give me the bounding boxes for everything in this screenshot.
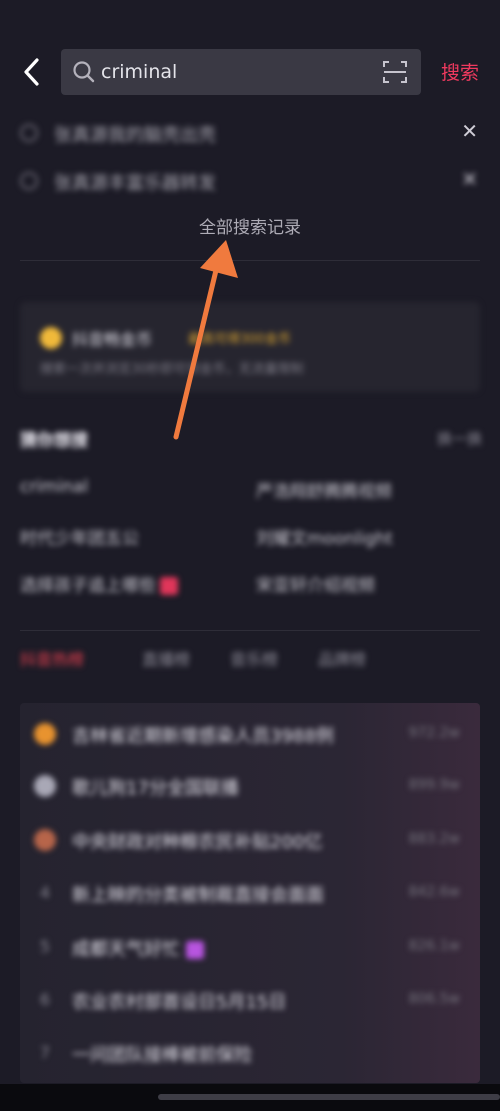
vip-card-tag: 最高可得300金币 [188,332,291,347]
list-item[interactable]: 6 农业农村部首设日5月15日 806.5w [20,983,480,1019]
guess-item[interactable]: 宋亚轩介绍视频 [256,571,375,596]
home-indicator[interactable] [158,1094,500,1100]
scan-icon[interactable] [381,58,409,86]
silver-medal-icon [34,775,56,797]
back-button[interactable] [14,54,50,90]
bronze-medal-icon [34,829,56,851]
all-search-history-button[interactable]: 全部搜索记录 [0,214,500,242]
clock-icon [20,124,38,142]
hot-item-count: 972.2w [408,725,460,741]
divider [20,630,480,631]
hot-item-text: 成都天气好忙 [72,935,204,961]
chevron-left-icon [24,58,39,86]
hot-item-text: 中央财政对种粮农民补贴200亿 [72,832,323,853]
system-navigation-bar [0,1084,500,1111]
search-input[interactable] [101,49,371,95]
search-submit-button[interactable]: 搜索 [441,58,479,88]
search-box[interactable] [61,49,421,95]
coin-icon [40,327,62,349]
vip-card-title: 抖音畅金币 [72,330,153,349]
hot-item-count: 806.5w [408,991,460,1007]
guess-item[interactable]: 时代少年团五公 [20,524,139,549]
tab-live-list[interactable]: 直播榜 [142,646,190,670]
guess-item[interactable]: criminal [20,477,88,497]
hot-item-count: 899.9w [408,777,460,793]
hot-item-label: 成都天气好忙 [72,939,180,960]
hot-item-text: 农业农村部首设日5月15日 [72,992,287,1013]
hot-item-text: 歌儿狗17分全国联播 [72,778,239,799]
history-item[interactable]: 张真源我的脑壳出壳 ✕ [0,111,500,155]
hot-list: 吉林省近期新增感染人员3988例 972.2w 歌儿狗17分全国联播 899.9… [20,703,480,1083]
top-bar: 搜索 [0,0,500,110]
guess-item[interactable]: 选择孩子追上哪些 [20,571,178,596]
hot-item-count: 826.1w [408,938,460,954]
hot-item-text: 吉林省近期新增感染人员3988例 [72,726,334,747]
hot-item-text: 新上映的分类被制裁直接会面面 [72,885,324,906]
list-item[interactable]: 歌儿狗17分全国联播 899.9w [20,769,480,805]
history-item-label: 张真源我的脑壳出壳 [54,125,216,146]
list-item[interactable]: 7 一问团队接棒被前保险 [20,1036,480,1072]
rank-number: 6 [39,990,51,1009]
guess-section-title: 猜你想搜 [20,431,88,451]
search-icon [73,61,95,83]
refresh-button[interactable]: 换一换 [437,428,482,449]
clock-icon [20,172,38,190]
hot-item-count: 883.2w [408,831,460,847]
vip-coin-card[interactable]: 抖音畅金币 最高可得300金币 搜索一次并浏览30秒即可领金币，无流量限制 [20,302,480,392]
history-item[interactable]: 张真源丰富乐器转发 ✕ [0,159,500,203]
divider [20,260,480,261]
chart-tabs: 抖音热榜 直播榜 音乐榜 品牌榜 [20,646,480,676]
list-item[interactable]: 中央财政对种粮农民补贴200亿 883.2w [20,823,480,859]
gold-medal-icon [34,723,56,745]
guess-item[interactable]: 严浩翔舒腾腾视频 [256,477,392,502]
guess-item-label: 选择孩子追上哪些 [20,576,156,596]
rank-number: 5 [39,937,51,956]
rank-number: 4 [39,883,51,902]
tab-brand-list[interactable]: 品牌榜 [318,646,366,670]
new-tag-icon [186,941,204,959]
list-item[interactable]: 吉林省近期新增感染人员3988例 972.2w [20,717,480,753]
hot-badge-icon [160,577,178,595]
close-icon[interactable]: ✕ [461,119,478,143]
rank-number: 7 [39,1043,51,1062]
hot-item-count: 842.6w [408,884,460,900]
list-item[interactable]: 4 新上映的分类被制裁直接会面面 842.6w [20,876,480,912]
list-item[interactable]: 5 成都天气好忙 826.1w [20,930,480,966]
vip-card-subtitle: 搜索一次并浏览30秒即可领金币，无流量限制 [40,362,304,377]
history-item-label: 张真源丰富乐器转发 [54,173,216,194]
hot-item-text: 一问团队接棒被前保险 [72,1045,252,1066]
tab-music-list[interactable]: 音乐榜 [230,646,278,670]
close-icon[interactable]: ✕ [461,167,478,191]
tab-hot-list[interactable]: 抖音热榜 [20,646,84,670]
guess-item[interactable]: 刘耀文moonlight [256,524,393,549]
